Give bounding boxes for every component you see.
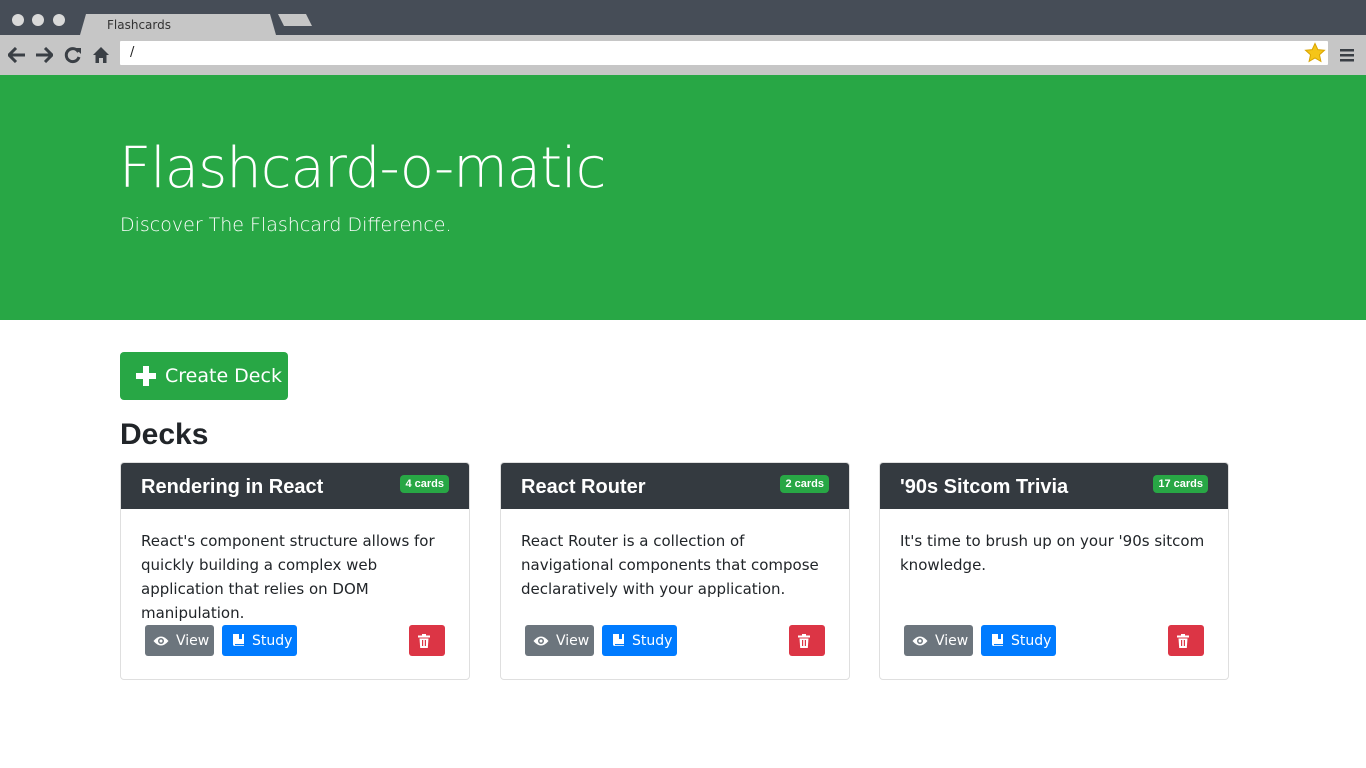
site-subtitle: Discover The Flashcard Difference.: [120, 214, 452, 236]
browser-toolbar: /: [0, 35, 1366, 75]
window-close-dot[interactable]: [12, 14, 24, 26]
new-tab-button[interactable]: [278, 14, 312, 26]
study-label: Study: [1011, 632, 1052, 649]
deck-description: It's time to brush up on your '90s sitco…: [900, 532, 1205, 574]
view-label: View: [935, 632, 969, 649]
card-count-badge: 2 cards: [780, 475, 829, 493]
trash-icon: [417, 633, 430, 648]
deck-card-header: Rendering in React 4 cards: [121, 463, 469, 509]
site-title: Flashcard-o-matic: [119, 136, 606, 201]
view-label: View: [556, 632, 590, 649]
view-deck-button[interactable]: View: [904, 625, 973, 656]
study-label: Study: [632, 632, 673, 649]
study-deck-button[interactable]: Study: [981, 625, 1056, 656]
address-bar[interactable]: /: [120, 41, 1328, 65]
eye-icon: [533, 636, 549, 645]
delete-deck-button[interactable]: [1168, 625, 1204, 656]
eye-icon: [912, 636, 928, 645]
url-text: /: [130, 45, 135, 60]
deck-card-header: React Router 2 cards: [501, 463, 849, 509]
hero-banner: Flashcard-o-matic Discover The Flashcard…: [0, 75, 1366, 320]
hamburger-menu-icon[interactable]: [1338, 46, 1356, 64]
trash-icon: [797, 633, 810, 648]
tab-title: Flashcards: [107, 18, 171, 32]
view-label: View: [176, 632, 210, 649]
deck-description: React's component structure allows for q…: [141, 532, 435, 622]
book-icon: [233, 634, 244, 646]
decks-heading: Decks: [120, 418, 209, 451]
eye-icon: [153, 636, 169, 645]
delete-deck-button[interactable]: [789, 625, 825, 656]
arrow-left-icon[interactable]: [6, 44, 28, 66]
star-icon[interactable]: [1304, 42, 1326, 64]
deck-title: React Router: [521, 476, 646, 498]
view-deck-button[interactable]: View: [525, 625, 594, 656]
study-label: Study: [252, 632, 293, 649]
deck-card: '90s Sitcom Trivia 17 cards It's time to…: [879, 462, 1229, 680]
card-count-badge: 17 cards: [1153, 475, 1208, 493]
book-icon: [992, 634, 1003, 646]
deck-card: Rendering in React 4 cards React's compo…: [120, 462, 470, 680]
reload-icon[interactable]: [62, 44, 84, 66]
arrow-right-icon[interactable]: [33, 44, 55, 66]
create-deck-label: Create Deck: [165, 365, 282, 387]
view-deck-button[interactable]: View: [145, 625, 214, 656]
browser-tab-bar: Flashcards: [0, 0, 1366, 35]
trash-icon: [1176, 633, 1189, 648]
deck-card: React Router 2 cards React Router is a c…: [500, 462, 850, 680]
book-icon: [613, 634, 624, 646]
study-deck-button[interactable]: Study: [602, 625, 677, 656]
browser-tab[interactable]: Flashcards: [80, 14, 276, 35]
study-deck-button[interactable]: Study: [222, 625, 297, 656]
deck-description: React Router is a collection of navigati…: [521, 532, 819, 598]
deck-title: Rendering in React: [141, 476, 324, 498]
window-minimize-dot[interactable]: [32, 14, 44, 26]
deck-title: '90s Sitcom Trivia: [900, 476, 1069, 498]
delete-deck-button[interactable]: [409, 625, 445, 656]
deck-card-header: '90s Sitcom Trivia 17 cards: [880, 463, 1228, 509]
home-icon[interactable]: [90, 44, 112, 66]
create-deck-button[interactable]: Create Deck: [120, 352, 288, 400]
window-maximize-dot[interactable]: [53, 14, 65, 26]
plus-icon: [136, 366, 156, 386]
card-count-badge: 4 cards: [400, 475, 449, 493]
